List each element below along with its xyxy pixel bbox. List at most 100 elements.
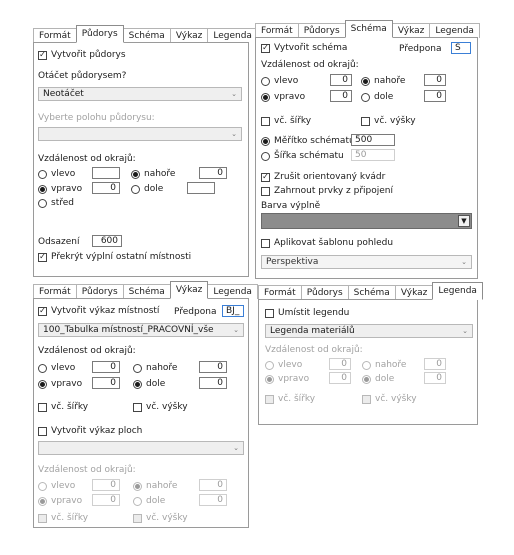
tab-floorplan[interactable]: Půdorys (75, 25, 124, 43)
top-input[interactable]: 0 (199, 167, 227, 179)
fill-color-dropdown[interactable]: ▼ (261, 213, 472, 229)
right-input[interactable]: 0 (92, 182, 120, 194)
tab-legend[interactable]: Legenda (207, 28, 258, 43)
tab-schedule[interactable]: Výkaz (169, 281, 209, 299)
create-area-checkbox[interactable]: Vytvořit výkaz ploch (38, 426, 142, 436)
area-dropdown[interactable]: ⌄ (38, 441, 244, 455)
radio-bottom[interactable]: dole (133, 379, 165, 389)
radio-left[interactable]: vlevo (265, 360, 302, 370)
tab-floorplan[interactable]: Půdorys (75, 284, 124, 299)
width-input[interactable]: 50 (351, 149, 395, 161)
radio-left-label: vlevo (278, 360, 303, 370)
radio2-left[interactable]: vlevo (38, 481, 75, 491)
radio-right[interactable]: vpravo (265, 374, 309, 384)
left-input[interactable] (92, 167, 120, 179)
schedule-dropdown[interactable]: 100_Tabulka místností_PRACOVNÍ_vše ⌄ (38, 323, 244, 337)
left-input[interactable]: 0 (329, 358, 351, 370)
right2-input[interactable]: 0 (92, 494, 120, 506)
radio-top[interactable]: nahoře (362, 360, 406, 370)
include-width-checkbox[interactable]: vč. šířky (38, 402, 88, 412)
left-input[interactable]: 0 (92, 361, 120, 373)
left-input[interactable]: 0 (330, 74, 352, 86)
radio-top[interactable]: nahoře (131, 169, 175, 179)
radio-bottom[interactable]: dole (361, 92, 393, 102)
cover-checkbox[interactable]: ✓ Překrýt výplní ostatní místnosti (38, 252, 191, 262)
radio-top[interactable]: nahoře (133, 363, 177, 373)
top-input[interactable]: 0 (424, 358, 446, 370)
include-width-checkbox[interactable]: vč. šířky (265, 394, 315, 404)
tab-floorplan[interactable]: Půdorys (300, 285, 349, 300)
position-dropdown[interactable]: ⌄ (38, 127, 242, 141)
include-height-checkbox[interactable]: vč. výšky (133, 402, 188, 412)
right-input[interactable]: 0 (329, 372, 351, 384)
create-floorplan-checkbox[interactable]: ✓ Vytvořit půdorys (38, 50, 126, 60)
include-elements-checkbox[interactable]: Zahrnout prvky z připojení (261, 186, 393, 196)
top-input[interactable]: 0 (424, 74, 446, 86)
radio-right[interactable]: vpravo (38, 184, 82, 194)
include-width2-checkbox[interactable]: vč. šířky (38, 513, 88, 523)
tab-legend[interactable]: Legenda (429, 23, 480, 38)
schedule-value: 100_Tabulka místností_PRACOVNÍ_vše (43, 325, 214, 335)
bottom-input[interactable] (187, 182, 215, 194)
create-schedule-checkbox[interactable]: ✓ Vytvořit výkaz místností (38, 306, 159, 316)
radio-scale[interactable]: Měřítko schématu (261, 136, 355, 146)
right-input[interactable]: 0 (330, 90, 352, 102)
bottom-input[interactable]: 0 (424, 372, 446, 384)
radio-top[interactable]: nahoře (361, 76, 405, 86)
prefix-input[interactable]: S (451, 42, 471, 54)
radio-width[interactable]: Šířka schématu (261, 151, 344, 161)
tab-floorplan[interactable]: Půdorys (297, 23, 346, 38)
radio-left[interactable]: vlevo (38, 169, 75, 179)
scale-input[interactable]: 500 (351, 134, 395, 146)
radio-right[interactable]: vpravo (38, 379, 82, 389)
tab-scheme[interactable]: Schéma (122, 284, 171, 299)
tab-scheme[interactable]: Schéma (347, 285, 396, 300)
rotate-dropdown[interactable]: Neotáčet ⌄ (38, 87, 242, 101)
tab-schedule[interactable]: Výkaz (391, 23, 431, 38)
radio-bottom[interactable]: dole (362, 374, 394, 384)
offset-input[interactable]: 600 (92, 235, 122, 247)
tab-legend[interactable]: Legenda (432, 282, 483, 300)
bottom-input[interactable]: 0 (199, 377, 227, 389)
radio-right[interactable]: vpravo (261, 92, 305, 102)
prefix-input[interactable]: BJ_ (222, 305, 244, 317)
tab-format[interactable]: Formát (258, 285, 302, 300)
include-height-checkbox[interactable]: vč. výšky (361, 116, 416, 126)
place-legend-checkbox[interactable]: Umístit legendu (265, 308, 349, 318)
radio-left[interactable]: vlevo (261, 76, 298, 86)
radio-icon (133, 379, 142, 389)
radio-center[interactable]: střed (38, 198, 74, 208)
tab-schedule[interactable]: Výkaz (169, 28, 209, 43)
tab-format[interactable]: Formát (33, 28, 77, 43)
radio2-top[interactable]: nahoře (133, 481, 177, 491)
tab-format[interactable]: Formát (33, 284, 77, 299)
radio2-right[interactable]: vpravo (38, 496, 82, 506)
cancel-box-checkbox[interactable]: ✓ Zrušit orientovaný kvádr (261, 172, 385, 182)
top2-input[interactable]: 0 (199, 479, 227, 491)
include-height-checkbox[interactable]: vč. výšky (362, 394, 417, 404)
include-width2-label: vč. šířky (51, 513, 89, 523)
right-input[interactable]: 0 (92, 377, 120, 389)
template-value: Perspektiva (266, 257, 319, 267)
include-width-checkbox[interactable]: vč. šířky (261, 116, 311, 126)
tab-schedule[interactable]: Výkaz (394, 285, 434, 300)
bottom-input[interactable]: 0 (424, 90, 446, 102)
template-dropdown[interactable]: Perspektiva ⌄ (261, 255, 472, 269)
include-height2-checkbox[interactable]: vč. výšky (133, 513, 188, 523)
left2-input[interactable]: 0 (92, 479, 120, 491)
bottom2-input[interactable]: 0 (199, 494, 227, 506)
tab-scheme[interactable]: Schéma (344, 20, 393, 38)
tab-format[interactable]: Formát (255, 23, 299, 38)
radio2-bottom[interactable]: dole (133, 496, 165, 506)
top-input[interactable]: 0 (199, 361, 227, 373)
radio-bottom[interactable]: dole (131, 184, 163, 194)
tab-scheme[interactable]: Schéma (122, 28, 171, 43)
apply-template-checkbox[interactable]: Aplikovat šablonu pohledu (261, 238, 393, 248)
create-scheme-checkbox[interactable]: ✓ Vytvořit schéma (261, 43, 347, 53)
radio-icon (362, 360, 371, 370)
radio-icon (265, 374, 274, 384)
radio-left[interactable]: vlevo (38, 363, 75, 373)
legend-dropdown[interactable]: Legenda materiálů ⌄ (265, 324, 473, 338)
tab-legend[interactable]: Legenda (207, 284, 258, 299)
radio-icon (38, 379, 47, 389)
